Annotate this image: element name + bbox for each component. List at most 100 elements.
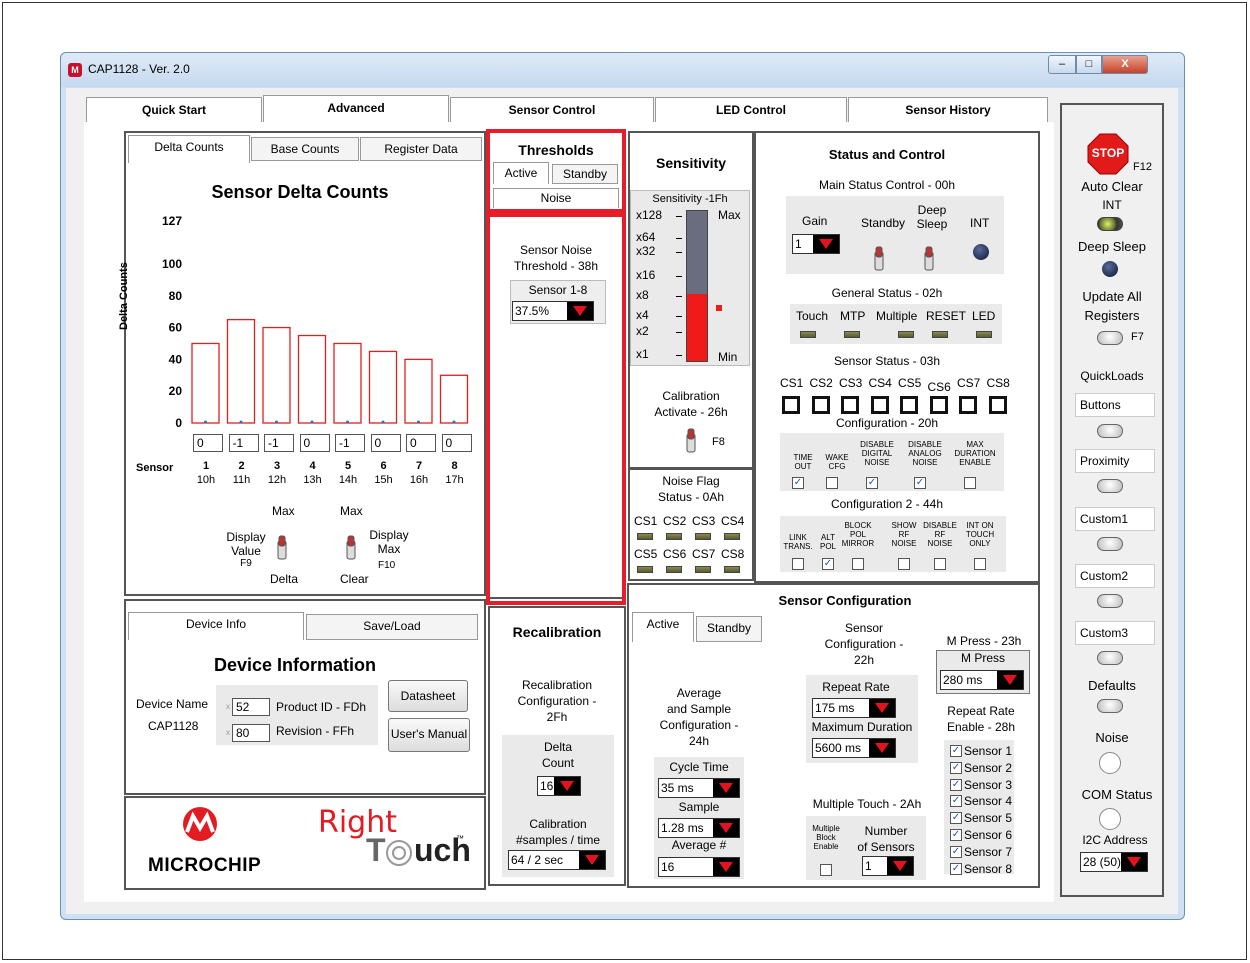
repeat-rate-enable-checkbox[interactable]: ✓ — [950, 745, 962, 757]
repeat-rate-enable-checkbox[interactable]: ✓ — [950, 795, 962, 808]
config2-option-checkbox[interactable] — [852, 558, 864, 570]
com-status-label: COM Status — [1081, 787, 1153, 802]
subtab-save-load[interactable]: Save/Load — [306, 614, 478, 640]
deep-sleep-label: Deep Sleep — [916, 203, 948, 231]
calibration-samples-select[interactable]: 64 / 2 sec — [508, 850, 606, 870]
close-button[interactable]: X — [1102, 55, 1148, 74]
general-status-label: LED — [972, 309, 996, 323]
deep-sleep-toggle[interactable] — [922, 246, 936, 274]
thresholds-tab-standby[interactable]: Standby — [552, 164, 618, 184]
sensor-config-tab-active[interactable]: Active — [632, 612, 694, 642]
repeat-rate-enable-checkbox[interactable]: ✓ — [950, 778, 962, 791]
sensor-1-8-label: Sensor 1-8 — [528, 283, 588, 297]
quickload-custom3-button[interactable] — [1097, 651, 1123, 665]
config2-option-checkbox[interactable]: ✓ — [822, 558, 834, 570]
general-status-led — [932, 331, 948, 338]
minimize-button[interactable]: ‒ — [1048, 55, 1076, 74]
general-status-label: RESET — [926, 309, 967, 323]
maximize-button[interactable]: □ — [1076, 55, 1102, 74]
f10-label: F10 — [378, 560, 396, 571]
thresholds-tab-active[interactable]: Active — [493, 162, 549, 184]
tab-quick-start[interactable]: Quick Start — [86, 97, 262, 123]
noise-flag-led — [695, 533, 711, 540]
sensitivity-level-label: x1 — [636, 347, 649, 361]
repeat-rate-enable-checkbox[interactable]: ✓ — [950, 812, 962, 825]
cs-status-indicator — [841, 396, 859, 414]
tab-sensor-control[interactable]: Sensor Control — [450, 97, 654, 123]
tab-sensor-history[interactable]: Sensor History — [848, 97, 1048, 123]
y-tick-label: 40 — [169, 352, 183, 366]
y-tick-label: 20 — [169, 384, 183, 398]
max-duration-select[interactable]: 5600 ms — [812, 738, 896, 758]
config2-option-checkbox[interactable] — [898, 558, 910, 570]
repeat-rate-enable-checkbox[interactable]: ✓ — [950, 845, 962, 858]
mpress-select[interactable]: 280 ms — [940, 670, 1024, 690]
thresholds-tab-noise[interactable]: Noise — [493, 188, 619, 208]
deep-sleep-right-label: Deep Sleep — [1078, 239, 1146, 254]
delta-value-box: 0 — [299, 434, 330, 452]
standby-label: Standby — [861, 216, 906, 230]
config-option-checkbox[interactable] — [964, 477, 976, 489]
auto-clear-int-toggle[interactable] — [1097, 217, 1123, 231]
subtab-register-data[interactable]: Register Data — [360, 137, 482, 161]
quickload-custom1-button[interactable] — [1097, 537, 1123, 551]
display-value-toggle[interactable] — [275, 535, 289, 563]
subtab-delta-counts[interactable]: Delta Counts — [128, 135, 250, 163]
tab-advanced[interactable]: Advanced — [263, 95, 449, 123]
config-option-checkbox[interactable] — [826, 477, 838, 489]
subtab-base-counts[interactable]: Base Counts — [251, 137, 359, 161]
general-status-label: MTP — [840, 309, 866, 323]
noise-threshold-select[interactable]: 37.5% — [512, 301, 594, 321]
config2-option-checkbox[interactable] — [792, 558, 804, 570]
noise-status-label: Noise — [1095, 730, 1129, 745]
quickload-buttons-button[interactable] — [1097, 424, 1123, 438]
subtab-device-info[interactable]: Device Info — [128, 612, 304, 640]
config-option-checkbox[interactable]: ✓ — [792, 477, 804, 489]
cs-label: CS2 — [809, 376, 833, 390]
defaults-button[interactable] — [1097, 699, 1123, 713]
sensor-register: 13h — [303, 474, 322, 486]
config2-label: Configuration 2 - 44h — [830, 497, 944, 511]
repeat-rate-enable-checkbox[interactable]: ✓ — [950, 829, 962, 841]
users-manual-button[interactable]: User's Manual — [388, 718, 470, 752]
standby-toggle[interactable] — [872, 246, 886, 274]
y-tick-label: 0 — [175, 416, 182, 430]
repeat-rate-label: Repeat Rate — [822, 680, 890, 694]
quickload-custom3-label: Custom3 — [1075, 621, 1155, 645]
recalibration-title: Recalibration — [512, 624, 602, 640]
number-of-sensors-select[interactable]: 1 — [862, 856, 914, 876]
cs-label: CS6 — [927, 380, 951, 394]
gain-select[interactable]: 1 — [792, 234, 840, 254]
delta-value-box: -1 — [335, 434, 365, 452]
repeat-rate-select[interactable]: 175 ms — [812, 698, 896, 718]
config2-option-checkbox[interactable] — [934, 558, 946, 570]
calibration-toggle[interactable] — [684, 428, 698, 456]
delta-count-label: Delta Count — [541, 740, 575, 770]
sensor-status-label: Sensor Status - 03h — [833, 354, 941, 368]
sensor-number: 3 — [273, 460, 281, 472]
config-option-checkbox[interactable]: ✓ — [914, 477, 926, 489]
general-status-label: Touch — [796, 309, 829, 323]
sensor-config-tab-standby[interactable]: Standby — [696, 616, 762, 642]
repeat-rate-enable-checkbox[interactable]: ✓ — [950, 761, 962, 774]
config-option-checkbox[interactable]: ✓ — [866, 477, 878, 489]
cycle-time-select[interactable]: 35 ms — [658, 778, 740, 798]
tab-led-control[interactable]: LED Control — [655, 97, 847, 123]
config-option-label: DISABLE ANALOG NOISE — [908, 440, 942, 467]
f9-label: F9 — [240, 558, 252, 569]
sensitivity-min: Min — [718, 350, 738, 364]
sample-select[interactable]: 1.28 ms — [658, 818, 740, 838]
average-select[interactable]: 16 — [658, 857, 740, 877]
noise-flag-label: CS5 — [634, 547, 658, 561]
datasheet-button[interactable]: Datasheet — [388, 680, 468, 712]
delta-count-select[interactable]: 16 — [537, 776, 581, 796]
config-label: Configuration - 20h — [835, 416, 939, 430]
repeat-rate-enable-checkbox[interactable]: ✓ — [950, 862, 962, 875]
update-all-button[interactable] — [1097, 331, 1123, 345]
i2c-address-select[interactable]: 28 (50) — [1080, 852, 1148, 872]
display-max-toggle[interactable] — [344, 535, 358, 563]
quickload-custom2-button[interactable] — [1097, 594, 1123, 608]
config2-option-checkbox[interactable] — [974, 558, 986, 570]
quickload-proximity-button[interactable] — [1097, 479, 1123, 493]
multiple-block-enable-checkbox[interactable] — [820, 864, 832, 876]
